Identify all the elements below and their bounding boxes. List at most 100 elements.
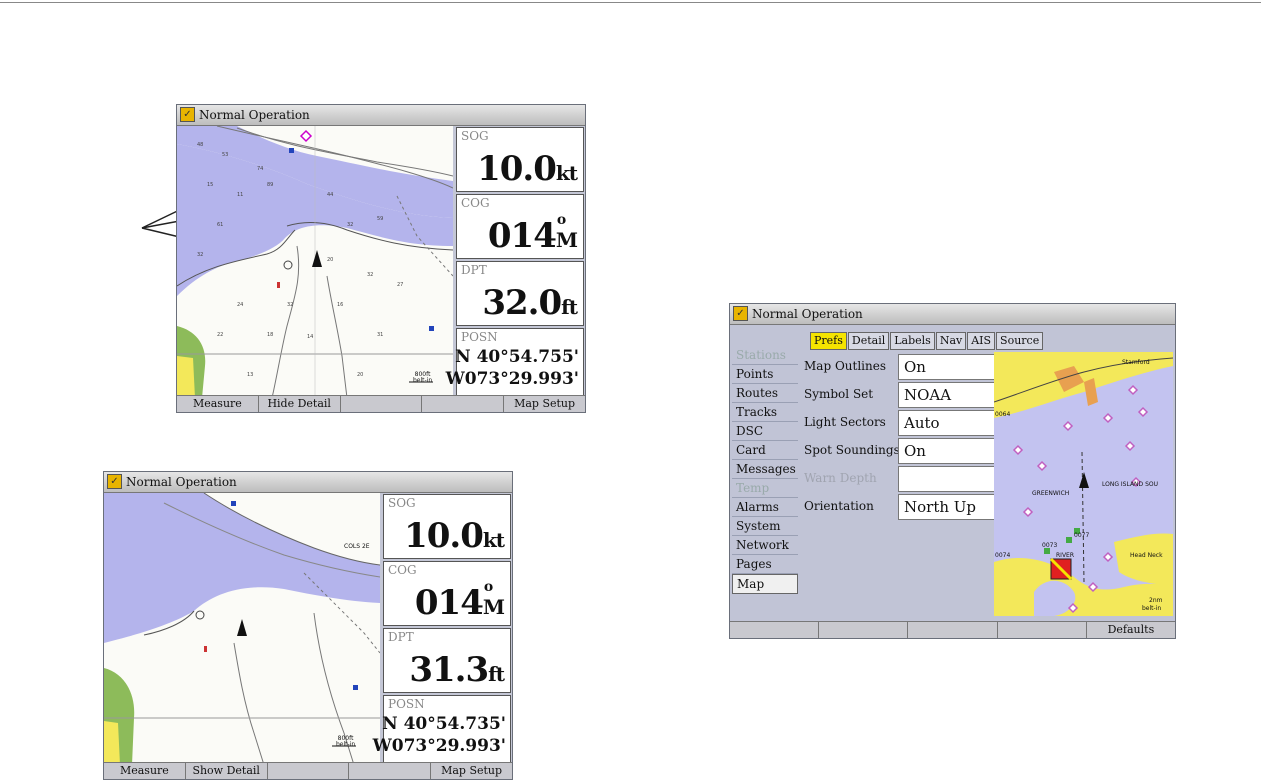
app-icon: ✓: [107, 474, 122, 489]
softkey-2[interactable]: [819, 622, 909, 638]
setting-symbol-set[interactable]: Symbol Set NOAA: [804, 382, 996, 408]
softkey-map-setup[interactable]: Map Setup: [504, 396, 585, 412]
setting-value[interactable]: Auto: [898, 410, 996, 436]
softkey-3[interactable]: [268, 763, 350, 779]
tab-prefs[interactable]: Prefs: [810, 332, 847, 350]
softkey-3[interactable]: [341, 396, 423, 412]
softkey-bar: Measure Hide Detail Map Setup: [177, 395, 585, 412]
cog-panel: COG 014 o M: [383, 561, 511, 626]
tab-labels[interactable]: Labels: [890, 332, 935, 350]
map-scale: 800ft belt-in: [336, 736, 355, 748]
tab-ais[interactable]: AIS: [967, 332, 996, 350]
sidebar-item-points[interactable]: Points: [732, 365, 798, 384]
svg-text:22: 22: [217, 332, 223, 338]
sidebar-item-system[interactable]: System: [732, 517, 798, 536]
svg-text:48: 48: [197, 142, 203, 148]
svg-text:89: 89: [267, 182, 273, 188]
scale-sub: belt-in: [336, 741, 356, 748]
dpt-label: DPT: [461, 263, 487, 277]
svg-text:18: 18: [267, 332, 273, 338]
map-preview: GREENWICH LONG ISLAND SOU Stamford 0077 …: [994, 352, 1173, 616]
map-label: COLS 2E: [344, 543, 370, 550]
setting-label: Light Sectors: [804, 415, 886, 429]
window-title: Normal Operation: [199, 108, 310, 122]
setting-label: Map Outlines: [804, 359, 886, 373]
setting-value[interactable]: On: [898, 438, 996, 464]
softkey-hide-detail[interactable]: Hide Detail: [259, 396, 341, 412]
cog-unit: M: [555, 228, 578, 252]
nautical-chart-map[interactable]: 48 53 74 15 11 89 44 32 59 61 32 20 32 27 24 32 16 2…: [177, 126, 453, 398]
setting-warn-depth: Warn Depth: [804, 466, 996, 492]
dpt-value: 31.3: [409, 650, 489, 690]
sidebar-menu: Stations Points Routes Tracks DSC Card M…: [732, 346, 798, 594]
setting-label: Warn Depth: [804, 471, 877, 485]
posn-lat: N 40°54.735': [382, 714, 506, 734]
sidebar-item-dsc[interactable]: DSC: [732, 422, 798, 441]
softkey-bar: Measure Show Detail Map Setup: [104, 762, 512, 779]
svg-text:27: 27: [397, 282, 403, 288]
softkey-map-setup[interactable]: Map Setup: [431, 763, 512, 779]
tab-source[interactable]: Source: [996, 332, 1044, 350]
softkey-3[interactable]: [908, 622, 998, 638]
softkey-4[interactable]: [349, 763, 432, 779]
map-scale-sub: belt-in: [1142, 605, 1161, 612]
sog-panel: SOG 10.0kt: [383, 494, 511, 559]
softkey-4[interactable]: [998, 622, 1087, 638]
setting-value[interactable]: North Up: [898, 494, 996, 520]
sog-label: SOG: [388, 496, 416, 510]
svg-text:44: 44: [327, 192, 333, 198]
sidebar-item-pages[interactable]: Pages: [732, 555, 798, 574]
softkey-defaults[interactable]: Defaults: [1087, 622, 1175, 638]
sidebar-item-routes[interactable]: Routes: [732, 384, 798, 403]
page-rule: [0, 2, 1261, 3]
cog-degree: o: [556, 212, 566, 228]
map-scale: 800ft belt-in: [413, 372, 432, 384]
sidebar-item-tracks[interactable]: Tracks: [732, 403, 798, 422]
svg-text:31: 31: [377, 332, 383, 338]
settings-tabs: Prefs Detail Labels Nav AIS Source: [810, 332, 1044, 350]
softkey-4[interactable]: [422, 396, 505, 412]
setting-spot-soundings[interactable]: Spot Soundings On: [804, 438, 996, 464]
softkey-show-detail[interactable]: Show Detail: [186, 763, 268, 779]
window-title: Normal Operation: [752, 307, 863, 321]
dpt-panel: DPT 32.0ft: [456, 261, 584, 326]
sog-unit: kt: [482, 528, 505, 552]
app-icon: ✓: [180, 107, 195, 122]
posn-label: POSN: [461, 330, 498, 344]
title-bar: ✓ Normal Operation: [730, 304, 1175, 325]
svg-text:32: 32: [367, 272, 373, 278]
tab-nav[interactable]: Nav: [935, 332, 967, 350]
map-setup-screen: ✓ Normal Operation Stations Points Route…: [729, 303, 1176, 639]
setting-label: Symbol Set: [804, 387, 874, 401]
setting-label: Spot Soundings: [804, 443, 900, 457]
sidebar-item-map[interactable]: Map: [732, 574, 798, 594]
setting-value[interactable]: NOAA: [898, 382, 996, 408]
softkey-measure[interactable]: Measure: [177, 396, 259, 412]
cog-panel: COG 014 o M: [456, 194, 584, 259]
svg-text:24: 24: [237, 302, 243, 308]
setting-map-outlines[interactable]: Map Outlines On: [804, 354, 996, 380]
posn-lon: W073°29.993': [372, 736, 506, 756]
svg-text:74: 74: [257, 166, 263, 172]
cog-label: COG: [461, 196, 490, 210]
softkey-measure[interactable]: Measure: [104, 763, 186, 779]
sidebar-item-alarms[interactable]: Alarms: [732, 498, 798, 517]
setting-value[interactable]: On: [898, 354, 996, 380]
softkey-1[interactable]: [730, 622, 820, 638]
posn-label: POSN: [388, 697, 425, 711]
map-label-pin2: 0073: [1042, 542, 1057, 549]
sidebar-item-network[interactable]: Network: [732, 536, 798, 555]
map-label-pin1: 0077: [1074, 532, 1089, 539]
nautical-chart-map[interactable]: COLS 2E 800ft belt-in: [104, 493, 380, 765]
svg-text:14: 14: [307, 334, 313, 340]
settings-list: Map Outlines On Symbol Set NOAA Light Se…: [804, 354, 996, 614]
dpt-panel: DPT 31.3ft: [383, 628, 511, 693]
sidebar-item-messages[interactable]: Messages: [732, 460, 798, 479]
setting-orientation[interactable]: Orientation North Up: [804, 494, 996, 520]
svg-text:32: 32: [347, 222, 353, 228]
setting-light-sectors[interactable]: Light Sectors Auto: [804, 410, 996, 436]
tab-detail[interactable]: Detail: [847, 332, 890, 350]
sidebar-item-card[interactable]: Card: [732, 441, 798, 460]
map-label-head: Head Neck: [1130, 552, 1163, 559]
posn-panel: POSN N 40°54.755' W073°29.993': [446, 328, 584, 396]
